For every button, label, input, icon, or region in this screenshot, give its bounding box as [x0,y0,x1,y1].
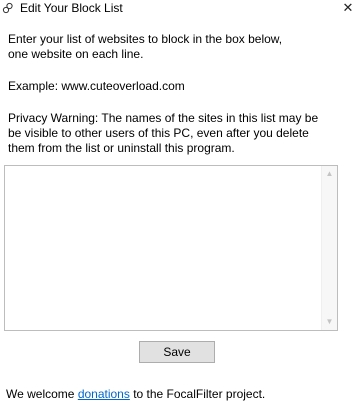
close-icon[interactable]: ✕ [339,0,357,16]
donations-link[interactable]: donations [78,387,130,401]
title-bar: Edit Your Block List ✕ [0,0,359,17]
scroll-up-icon[interactable]: ▲ [322,166,337,182]
block-list-input[interactable] [5,166,321,330]
window-title: Edit Your Block List [20,1,123,15]
link-icon [2,2,14,14]
vertical-scrollbar[interactable]: ▲ ▼ [321,166,337,330]
footer-suffix: to the FocalFilter project. [129,387,266,401]
block-list-box: ▲ ▼ [4,165,338,331]
footer-text: We welcome donations to the FocalFilter … [6,387,265,402]
scroll-down-icon[interactable]: ▼ [322,314,337,330]
example-text: Example: www.cuteoverload.com [8,79,185,93]
privacy-warning-text: Privacy Warning: The names of the sites … [8,111,319,155]
instructions-text: Enter your list of websites to block in … [8,32,283,61]
footer-prefix: We welcome [6,387,78,401]
save-button[interactable]: Save [139,341,215,363]
